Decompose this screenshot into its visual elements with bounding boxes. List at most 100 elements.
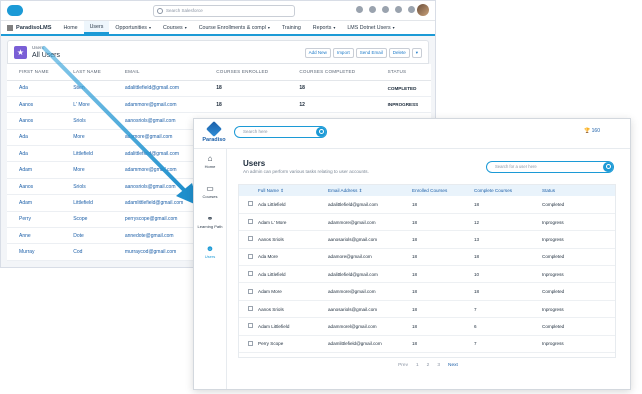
delete-button[interactable]: Delete <box>388 48 410 58</box>
first-name-cell[interactable]: Adam <box>7 194 62 212</box>
sidebar-item-courses[interactable]: ▭ Courses <box>194 179 226 209</box>
first-name-cell[interactable]: Aanos <box>7 96 62 114</box>
salesforce-search-input[interactable]: Search Salesforce <box>153 5 295 17</box>
chevron-down-icon[interactable]: ▾ <box>268 25 270 30</box>
app-launcher[interactable]: ParadisoLMS <box>1 24 57 31</box>
nav-item-home[interactable]: Home <box>57 21 83 34</box>
chevron-down-icon[interactable]: ▾ <box>393 25 395 30</box>
row-checkbox[interactable] <box>248 201 253 207</box>
email-cell[interactable]: adalittlefield@gmail.com <box>112 145 205 163</box>
email-cell[interactable]: adalittlefield@gmail.com <box>112 80 205 97</box>
add-new-button[interactable]: Add New <box>304 48 331 58</box>
email-cell[interactable]: adamlittlefield@gmail.com <box>112 194 205 212</box>
email-cell[interactable]: murraycod@gmail.com <box>112 243 205 261</box>
row-checkbox[interactable] <box>248 271 253 277</box>
email-cell[interactable]: adammore@gmail.com <box>112 96 205 114</box>
last-name-cell[interactable]: Sriols <box>61 178 113 196</box>
email-cell[interactable]: perryscope@gmail.com <box>112 211 205 229</box>
search-icon[interactable] <box>316 127 326 137</box>
table-row[interactable]: Adam L' More adammore@gmail.com 18 12 Inprog… <box>239 213 615 232</box>
send-email-button[interactable]: Send Email <box>355 48 387 58</box>
notifications-icon[interactable] <box>408 6 415 13</box>
paradiso-search-input[interactable]: Search here <box>234 126 327 138</box>
nav-item-course-enrollments-compl[interactable]: Course Enrollments & compl ▾ <box>193 21 276 34</box>
first-name-cell[interactable]: Aanos <box>7 178 62 196</box>
last-name-cell[interactable]: Stien <box>61 80 113 97</box>
email-cell[interactable]: annedote@gmail.com <box>112 227 205 245</box>
last-name-cell[interactable]: More <box>61 161 113 179</box>
salesforce-logo[interactable] <box>7 5 23 16</box>
nav-item-reports[interactable]: Reports ▾ <box>307 21 342 34</box>
first-name-cell[interactable]: Murray <box>7 243 62 261</box>
email-cell[interactable]: aanosriols@gmail.com <box>112 178 205 196</box>
row-checkbox[interactable] <box>248 288 253 294</box>
sidebar-item-users[interactable]: ☻ Users <box>194 239 226 269</box>
table-row[interactable]: Perry Scope adamlittlefield@gmail.com 18 7 I… <box>239 335 615 354</box>
last-name-cell[interactable]: Dote <box>61 227 113 245</box>
email-cell[interactable]: adamore@gmail.com <box>112 129 205 147</box>
column-header[interactable]: Status <box>539 185 615 196</box>
sidebar-item-learning-path[interactable]: ⚭ Learning Path <box>194 209 226 239</box>
avatar[interactable] <box>417 4 429 16</box>
first-name-cell[interactable]: Ada <box>7 80 62 97</box>
row-checkbox[interactable] <box>248 306 253 312</box>
table-row[interactable]: Adam More adammore@gmail.com 18 18 Completed <box>239 282 615 301</box>
last-name-cell[interactable]: Sriols <box>61 112 113 130</box>
column-header[interactable]: Full Name ⇕ <box>255 185 325 196</box>
last-name-cell[interactable]: Cod <box>61 243 113 261</box>
first-name-cell[interactable]: Anne <box>7 227 62 245</box>
first-name-cell[interactable]: Ada <box>7 129 62 147</box>
nav-item-training[interactable]: Training <box>276 21 307 34</box>
search-icon[interactable] <box>603 162 613 172</box>
row-checkbox[interactable] <box>248 253 253 259</box>
settings-icon[interactable] <box>395 6 402 13</box>
table-row[interactable]: Aanos L' More adammore@gmail.com 18 12 INPROG… <box>7 96 431 114</box>
paradiso-logo[interactable]: Paradiso <box>202 121 226 143</box>
table-row[interactable]: Ada Stien adalittlefield@gmail.com 18 18 COMP… <box>7 80 431 97</box>
last-name-cell[interactable]: Littlefield <box>61 145 113 163</box>
page-2-button[interactable]: 2 <box>427 363 430 368</box>
first-name-cell[interactable]: Adam <box>7 161 62 179</box>
sidebar-item-home[interactable]: ⌂ Home <box>194 149 226 179</box>
last-name-cell[interactable]: L' More <box>61 96 113 114</box>
first-name-cell[interactable]: Perry <box>7 211 62 229</box>
page-3-button[interactable]: 3 <box>437 363 440 368</box>
table-row[interactable]: Adam Littlefield adammorel@gmail.com 18 6 Co… <box>239 317 615 336</box>
row-checkbox[interactable] <box>248 219 253 225</box>
add-icon[interactable] <box>369 6 376 13</box>
first-name-cell[interactable]: Aanos <box>7 112 62 130</box>
row-checkbox[interactable] <box>248 340 253 346</box>
help-icon[interactable] <box>382 6 389 13</box>
column-header[interactable]: Complete Courses <box>471 185 539 196</box>
email-cell[interactable]: adammore@gmail.com <box>112 161 205 179</box>
next-page-button[interactable]: Next <box>448 363 458 368</box>
column-header[interactable]: Email Address ⇕ <box>325 185 409 196</box>
page-1-button[interactable]: 1 <box>416 363 419 368</box>
row-checkbox[interactable] <box>248 323 253 329</box>
user-search-input[interactable]: Search for a user here <box>486 161 614 173</box>
nav-item-courses[interactable]: Courses ▾ <box>157 21 193 34</box>
last-name-cell[interactable]: Littlefield <box>61 194 113 212</box>
nav-item-users[interactable]: Users <box>83 21 110 34</box>
chevron-down-icon[interactable]: ▾ <box>185 25 187 30</box>
table-row[interactable]: Ada More adamore@gmail.com 18 18 Completed <box>239 248 615 267</box>
row-checkbox[interactable] <box>248 236 253 242</box>
import-button[interactable]: Import <box>332 48 354 58</box>
favorites-icon[interactable] <box>356 6 363 13</box>
first-name-cell[interactable]: Ada <box>7 145 62 163</box>
table-row[interactable]: Ada Littlefield adalittlefield@gmail.com 1… <box>239 196 615 214</box>
table-row[interactable]: Ada Littlefield adalittlefield@gmail.com 1… <box>239 265 615 284</box>
chevron-down-icon[interactable]: ▾ <box>333 25 335 30</box>
table-row[interactable]: Aanos Sriols aanosariols@gmail.com 18 7 Inpr… <box>239 300 615 319</box>
last-name-cell[interactable]: Scope <box>61 211 113 229</box>
chevron-down-icon[interactable]: ▾ <box>149 25 151 30</box>
table-row[interactable]: Aanos Sriols aanosariols@gmail.com 18 13 Inp… <box>239 230 615 249</box>
nav-item-opportunities[interactable]: Opportunities ▾ <box>109 21 157 34</box>
more-actions-chevron-icon[interactable]: ▾ <box>411 48 422 58</box>
email-cell[interactable]: aanosriols@gmail.com <box>112 112 205 130</box>
column-header[interactable]: Enrolled Courses <box>409 185 471 196</box>
list-title[interactable]: All Users <box>32 52 60 59</box>
last-name-cell[interactable]: More <box>61 129 113 147</box>
nav-item-lms-dotnet-users[interactable]: LMS Dotnet Users ▾ <box>341 21 400 34</box>
prev-page-button[interactable]: Prev <box>398 363 408 368</box>
